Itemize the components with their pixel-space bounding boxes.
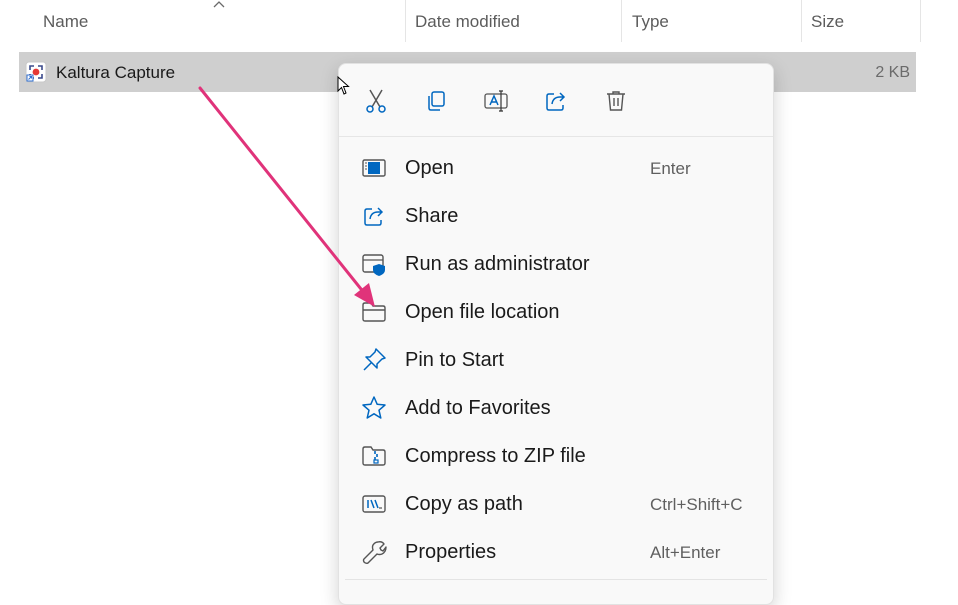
menu-item-share[interactable]: Share <box>339 191 773 239</box>
mouse-cursor-icon <box>337 76 350 95</box>
sort-ascending-icon <box>213 1 225 8</box>
menu-item-open-file-location[interactable]: Open file location <box>339 287 773 335</box>
menu-item-shortcut: Alt+Enter <box>650 543 721 562</box>
folder-icon <box>362 302 386 322</box>
context-menu-toolbar <box>339 64 773 137</box>
menu-item-shortcut: Ctrl+Shift+C <box>650 495 743 514</box>
menu-item-label: Compress to ZIP file <box>405 445 586 467</box>
zip-folder-icon <box>362 446 386 466</box>
column-type[interactable]: Type <box>632 12 669 32</box>
admin-shield-icon <box>362 254 385 276</box>
menu-item-label: Open <box>405 157 454 179</box>
column-size[interactable]: Size <box>811 12 844 32</box>
menu-item-properties[interactable]: Properties Alt+Enter <box>339 527 773 575</box>
menu-item-label: Run as administrator <box>405 253 590 275</box>
menu-item-label: Share <box>405 205 459 227</box>
copy-button[interactable] <box>421 86 451 116</box>
menu-item-copy-as-path[interactable]: Copy as path Ctrl+Shift+C <box>339 479 773 527</box>
rename-icon <box>484 90 508 112</box>
menu-item-label: Open file location <box>405 301 560 323</box>
menu-divider <box>345 579 767 580</box>
copy-icon <box>428 91 445 111</box>
column-date-modified[interactable]: Date modified <box>415 12 520 32</box>
copy-path-icon <box>362 495 386 513</box>
cut-button[interactable] <box>361 86 391 116</box>
column-header: Name Date modified Type Size <box>0 0 958 44</box>
menu-item-shortcut: Enter <box>650 159 691 178</box>
wrench-icon <box>362 541 387 565</box>
file-size: 2 KB <box>875 64 910 81</box>
menu-item-add-to-favorites[interactable]: Add to Favorites <box>339 383 773 431</box>
kaltura-app-icon <box>25 61 47 83</box>
column-divider[interactable] <box>405 0 406 42</box>
column-divider[interactable] <box>621 0 622 42</box>
column-divider[interactable] <box>801 0 802 42</box>
menu-item-compress-to-zip[interactable]: Compress to ZIP file <box>339 431 773 479</box>
share-icon <box>546 92 566 111</box>
menu-item-pin-to-start[interactable]: Pin to Start <box>339 335 773 383</box>
delete-button[interactable] <box>601 86 631 116</box>
star-icon <box>362 396 386 419</box>
share-button[interactable] <box>541 86 571 116</box>
menu-item-open[interactable]: Open Enter <box>339 143 773 191</box>
pin-icon <box>363 348 386 371</box>
column-divider[interactable] <box>920 0 921 42</box>
menu-item-run-as-administrator[interactable]: Run as administrator <box>339 239 773 287</box>
menu-item-label: Add to Favorites <box>405 397 551 419</box>
file-name[interactable]: Kaltura Capture <box>56 63 175 83</box>
share-icon <box>364 207 384 226</box>
menu-item-label: Copy as path <box>405 493 523 515</box>
menu-item-label: Pin to Start <box>405 349 504 371</box>
column-name[interactable]: Name <box>43 12 88 32</box>
menu-item-label: Properties <box>405 541 497 563</box>
open-app-icon <box>362 159 386 177</box>
cut-icon <box>366 89 386 113</box>
rename-button[interactable] <box>481 86 511 116</box>
delete-icon <box>607 91 625 111</box>
context-menu: Open Enter Share Run as administrator Op… <box>338 63 774 605</box>
